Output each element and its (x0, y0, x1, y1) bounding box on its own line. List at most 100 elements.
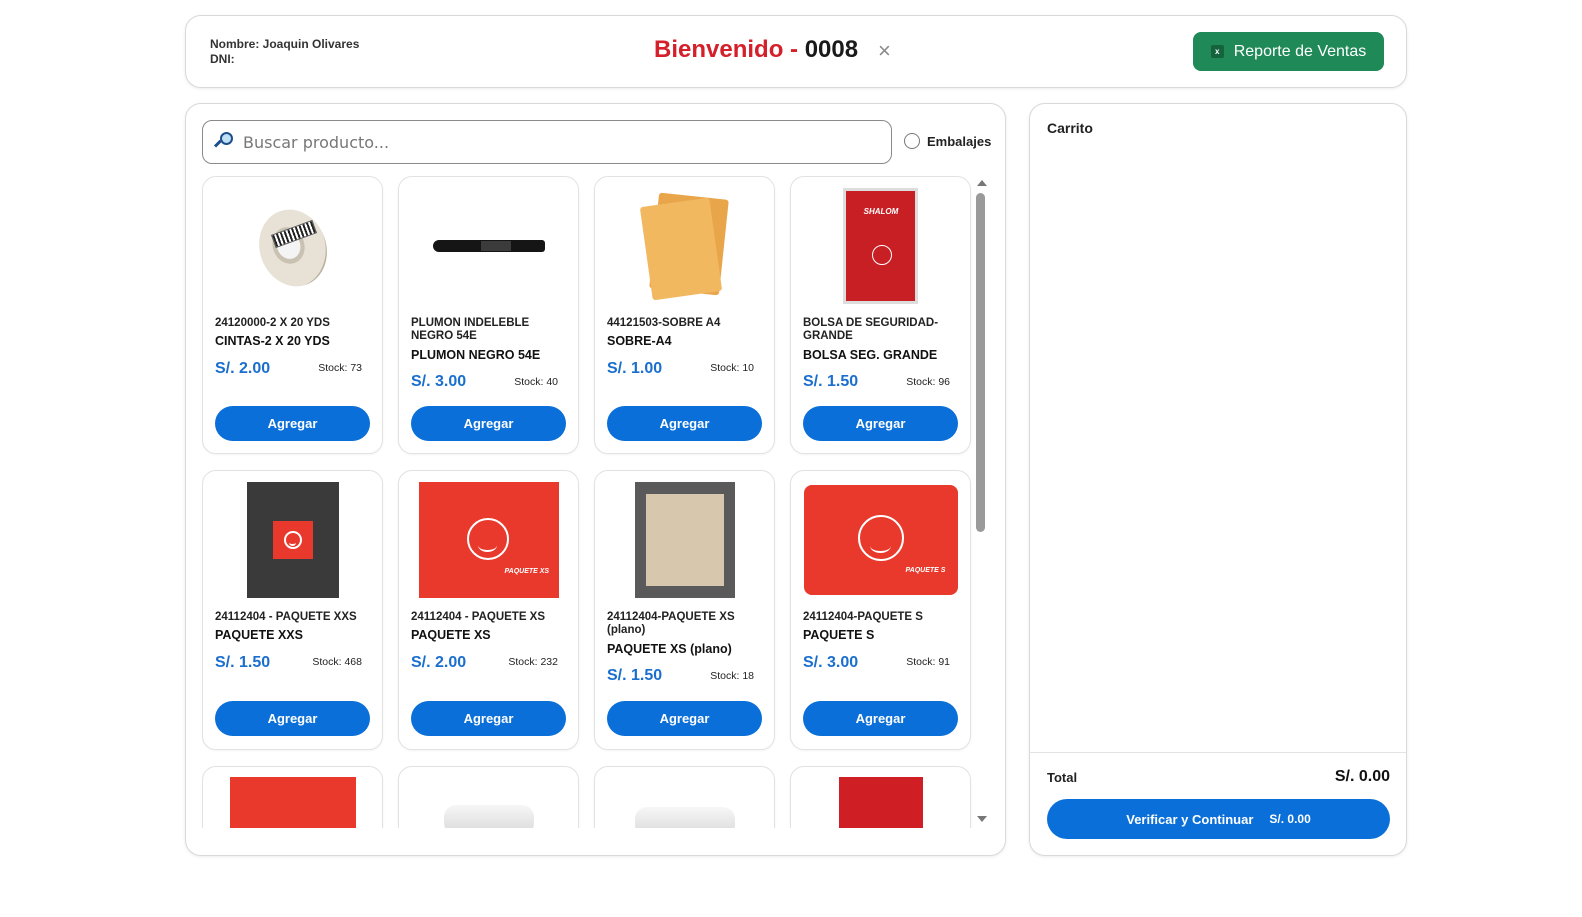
product-card: 24112404-PAQUETE XS (plano) PAQUETE XS (… (594, 470, 775, 750)
product-card: PLUMON INDELEBLE NEGRO 54E PLUMON NEGRO … (398, 176, 579, 454)
sales-report-button[interactable]: x Reporte de Ventas (1193, 32, 1384, 71)
product-stock: Stock: 96 (906, 376, 950, 388)
product-short-name: PAQUETE XS (plano) (607, 642, 732, 656)
add-to-cart-button[interactable]: Agregar (411, 701, 566, 736)
product-image (203, 187, 382, 305)
cart-divider (1030, 752, 1406, 753)
marker-image (432, 237, 545, 255)
scrollbar-thumb[interactable] (976, 193, 985, 532)
product-card: 24120000-2 X 20 YDS CINTAS-2 X 20 YDS S/… (202, 176, 383, 454)
product-short-name: PLUMON NEGRO 54E (411, 348, 541, 362)
welcome-text: Bienvenido - (654, 36, 805, 63)
close-icon[interactable]: × (878, 40, 891, 62)
cart-title: Carrito (1047, 120, 1093, 136)
product-image: PAQUETE S (791, 481, 970, 599)
envelope-image (639, 192, 729, 301)
security-bag-image: SHALOM (843, 188, 918, 304)
add-to-cart-button[interactable]: Agregar (803, 406, 958, 441)
add-to-cart-button[interactable]: Agregar (215, 406, 370, 441)
product-code-name: PLUMON INDELEBLE NEGRO 54E (411, 317, 530, 342)
box-s-image: PAQUETE S (803, 485, 958, 595)
product-code-name: 24120000-2 X 20 YDS (215, 317, 330, 329)
product-image (399, 805, 578, 828)
product-card: 44121503-SOBRE A4 SOBRE-A4 S/. 1.00 Stoc… (594, 176, 775, 454)
product-code-name: 24112404 - PAQUETE XXS (215, 611, 357, 623)
product-price: S/. 3.00 (803, 654, 859, 671)
product-code-name: 24112404 - PAQUETE XS (411, 611, 546, 623)
user-dni: DNI: (210, 52, 235, 66)
product-price: S/. 2.00 (411, 654, 467, 671)
add-to-cart-button[interactable]: Agregar (607, 701, 762, 736)
product-image (203, 777, 382, 828)
product-short-name: SOBRE-A4 (607, 334, 672, 348)
excel-icon: x (1210, 45, 1224, 58)
product-image: PAQUETE XS (399, 481, 578, 599)
product-price: S/. 3.00 (411, 373, 467, 390)
total-label: Total (1047, 770, 1078, 785)
product-price: S/. 1.50 (607, 667, 663, 684)
product-card: PAQUETE XS 24112404 - PAQUETE XS PAQUETE… (398, 470, 579, 750)
product-image (791, 777, 970, 828)
box-flat-image (634, 482, 735, 598)
product-short-name: PAQUETE XXS (215, 628, 303, 642)
user-name: Nombre: Joaquin Olivares (210, 37, 360, 51)
product-card (594, 766, 775, 828)
product-image (595, 481, 774, 599)
product-card: PAQUETE S 24112404-PAQUETE S PAQUETE S S… (790, 470, 971, 750)
search-input[interactable] (243, 132, 863, 152)
product-stock: Stock: 468 (312, 656, 362, 668)
product-image (399, 187, 578, 305)
box-xxs-image (246, 482, 339, 598)
register-code: 0008 (804, 36, 859, 63)
box-xs-image: PAQUETE XS (418, 482, 559, 598)
user-info: Nombre: Joaquin Olivares DNI: (210, 37, 359, 67)
box-s-label: PAQUETE S (905, 567, 946, 574)
product-stock: Stock: 232 (508, 656, 558, 668)
tape-image (248, 200, 337, 296)
product-image: SHALOM (791, 187, 970, 305)
total-value: S/. 0.00 (1334, 768, 1390, 785)
add-to-cart-button[interactable]: Agregar (803, 701, 958, 736)
product-card: 24112404 - PAQUETE XXS PAQUETE XXS S/. 1… (202, 470, 383, 750)
product-price: S/. 1.50 (215, 654, 271, 671)
product-code-name: 44121503-SOBRE A4 (607, 317, 721, 329)
cart-panel: Carrito Total S/. 0.00 Verificar y Conti… (1029, 103, 1407, 856)
product-card (790, 766, 971, 828)
header-bar: Nombre: Joaquin Olivares DNI: Bienvenido… (185, 15, 1407, 88)
shalom-logo: SHALOM (863, 207, 899, 216)
search-box[interactable] (202, 120, 892, 164)
scroll-up-arrow[interactable] (977, 180, 987, 186)
product-short-name: PAQUETE S (803, 628, 875, 642)
embalajes-radio[interactable] (904, 133, 920, 149)
product-price: S/. 1.50 (803, 373, 859, 390)
product-stock: Stock: 73 (318, 362, 362, 374)
product-stock: Stock: 18 (710, 670, 754, 682)
product-price: S/. 2.00 (215, 360, 271, 377)
product-code-name: 24112404-PAQUETE XS (plano) (607, 611, 735, 636)
product-short-name: CINTAS-2 X 20 YDS (215, 334, 330, 348)
product-short-name: BOLSA SEG. GRANDE (803, 348, 938, 362)
scroll-down-arrow[interactable] (977, 816, 987, 822)
product-stock: Stock: 40 (514, 376, 558, 388)
product-card (398, 766, 579, 828)
product-price: S/. 1.00 (607, 360, 663, 377)
product-code-name: BOLSA DE SEGURIDAD-GRANDE (803, 317, 939, 342)
verify-label: Verificar y Continuar (1126, 811, 1254, 827)
product-short-name: PAQUETE XS (411, 628, 491, 642)
product-stock: Stock: 91 (906, 656, 950, 668)
search-icon (213, 132, 235, 152)
add-to-cart-button[interactable]: Agregar (215, 701, 370, 736)
product-card: SHALOM BOLSA DE SEGURIDAD-GRANDE BOLSA S… (790, 176, 971, 454)
product-grid: 24120000-2 X 20 YDS CINTAS-2 X 20 YDS S/… (202, 176, 976, 828)
add-to-cart-button[interactable]: Agregar (411, 406, 566, 441)
embalajes-label: Embalajes (927, 133, 992, 149)
product-code-name: 24112404-PAQUETE S (803, 611, 923, 623)
verify-continue-button[interactable]: Verificar y Continuar S/. 0.00 (1047, 799, 1390, 839)
products-panel: Embalajes 24120000-2 X 20 YDS CINTAS-2 X… (185, 103, 1006, 856)
add-to-cart-button[interactable]: Agregar (607, 406, 762, 441)
embalajes-filter[interactable]: Embalajes (904, 133, 991, 149)
verify-amount: S/. 0.00 (1269, 812, 1311, 826)
product-image (203, 481, 382, 599)
welcome-title: Bienvenido - 0008 (654, 36, 858, 64)
product-image (595, 187, 774, 305)
